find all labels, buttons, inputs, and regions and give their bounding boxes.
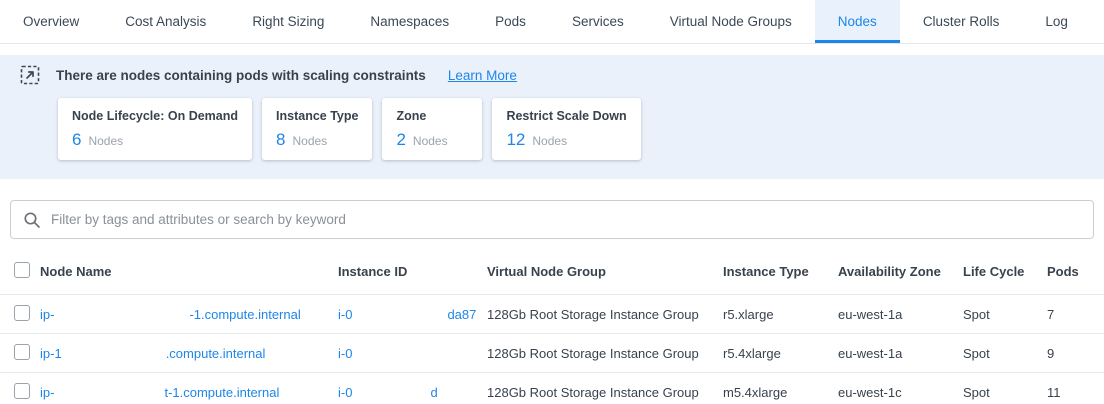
- instance-id-link[interactable]: da87: [447, 307, 476, 322]
- column-header-instance-id: Instance ID: [338, 264, 487, 279]
- card-count: 8: [276, 130, 285, 150]
- availability-zone-cell: eu-west-1a: [838, 346, 963, 361]
- tab-cluster-rolls[interactable]: Cluster Rolls: [900, 0, 1023, 43]
- pods-count-cell: 7: [1047, 307, 1104, 322]
- table-row: ip- -1.compute.internal i-0 da87 128Gb Roo…: [0, 295, 1104, 334]
- node-name-link[interactable]: -1.compute.internal: [189, 307, 300, 322]
- node-name-link[interactable]: ip-: [40, 307, 54, 322]
- availability-zone-cell: eu-west-1c: [838, 385, 963, 400]
- instance-type-cell: r5.xlarge: [723, 307, 838, 322]
- node-name-link[interactable]: t-1.compute.internal: [164, 385, 279, 400]
- search-input[interactable]: [51, 212, 1081, 227]
- search-icon: [23, 211, 41, 229]
- column-header-node-name: Node Name: [40, 264, 338, 279]
- virtual-node-group-cell: 128Gb Root Storage Instance Group: [487, 385, 723, 400]
- constraint-cards: Node Lifecycle: On Demand 6 Nodes Instan…: [58, 98, 1084, 160]
- column-header-life-cycle: Life Cycle: [963, 264, 1047, 279]
- node-name-link[interactable]: ip-1: [40, 346, 62, 361]
- row-checkbox[interactable]: [14, 344, 30, 360]
- card-unit: Nodes: [413, 134, 448, 148]
- tab-services[interactable]: Services: [549, 0, 647, 43]
- filter-search-bar[interactable]: [10, 200, 1094, 239]
- card-count: 2: [396, 130, 405, 150]
- instance-id-link[interactable]: i-0: [338, 307, 352, 322]
- redacted-text: [62, 348, 166, 358]
- redacted-text: [352, 387, 430, 397]
- life-cycle-cell: Spot: [963, 385, 1047, 400]
- nodes-table: Node Name Instance ID Virtual Node Group…: [0, 249, 1104, 404]
- select-all-checkbox[interactable]: [14, 262, 30, 278]
- pods-count-cell: 9: [1047, 346, 1104, 361]
- column-header-virtual-node-group: Virtual Node Group: [487, 264, 723, 279]
- row-checkbox[interactable]: [14, 305, 30, 321]
- card-unit: Nodes: [532, 134, 567, 148]
- column-header-pods: Pods: [1047, 264, 1104, 279]
- node-name-link[interactable]: ip-: [40, 385, 54, 400]
- tab-namespaces[interactable]: Namespaces: [347, 0, 472, 43]
- pods-count-cell: 11: [1047, 385, 1104, 400]
- card-title: Node Lifecycle: On Demand: [72, 109, 238, 123]
- column-header-instance-type: Instance Type: [723, 264, 838, 279]
- table-row: ip-t-1.compute.internal i-0 d 128Gb Root …: [0, 373, 1104, 404]
- card-node-lifecycle[interactable]: Node Lifecycle: On Demand 6 Nodes: [58, 98, 252, 160]
- node-name-link[interactable]: .compute.internal: [166, 346, 266, 361]
- column-header-availability-zone: Availability Zone: [838, 264, 963, 279]
- tab-nodes[interactable]: Nodes: [815, 0, 900, 43]
- tab-virtual-node-groups[interactable]: Virtual Node Groups: [647, 0, 815, 43]
- card-count: 6: [72, 130, 81, 150]
- virtual-node-group-cell: 128Gb Root Storage Instance Group: [487, 307, 723, 322]
- tab-cost-analysis[interactable]: Cost Analysis: [102, 0, 229, 43]
- tab-right-sizing[interactable]: Right Sizing: [229, 0, 347, 43]
- tab-log[interactable]: Log: [1022, 0, 1091, 43]
- virtual-node-group-cell: 128Gb Root Storage Instance Group: [487, 346, 723, 361]
- redacted-text: [54, 387, 164, 397]
- card-restrict-scale-down[interactable]: Restrict Scale Down 12 Nodes: [492, 98, 640, 160]
- tab-overview[interactable]: Overview: [0, 0, 102, 43]
- card-title: Instance Type: [276, 109, 358, 123]
- availability-zone-cell: eu-west-1a: [838, 307, 963, 322]
- card-title: Zone: [396, 109, 468, 123]
- card-unit: Nodes: [88, 134, 123, 148]
- learn-more-link[interactable]: Learn More: [448, 68, 517, 83]
- redacted-text: [352, 309, 447, 319]
- card-unit: Nodes: [292, 134, 327, 148]
- instance-id-link[interactable]: i-0: [338, 346, 352, 361]
- instance-id-link[interactable]: d: [430, 385, 437, 400]
- redacted-text: [54, 309, 189, 319]
- banner-message: There are nodes containing pods with sca…: [56, 68, 426, 83]
- card-instance-type[interactable]: Instance Type 8 Nodes: [262, 98, 372, 160]
- card-title: Restrict Scale Down: [506, 109, 626, 123]
- instance-id-link[interactable]: i-0: [338, 385, 352, 400]
- life-cycle-cell: Spot: [963, 307, 1047, 322]
- scale-out-icon: [20, 65, 40, 85]
- tab-pods[interactable]: Pods: [472, 0, 549, 43]
- card-count: 12: [506, 130, 525, 150]
- row-checkbox[interactable]: [14, 383, 30, 399]
- life-cycle-cell: Spot: [963, 346, 1047, 361]
- card-zone[interactable]: Zone 2 Nodes: [382, 98, 482, 160]
- table-header-row: Node Name Instance ID Virtual Node Group…: [0, 249, 1104, 295]
- instance-type-cell: m5.4xlarge: [723, 385, 838, 400]
- table-row: ip-1 .compute.internal i-0 128Gb Root Sto…: [0, 334, 1104, 373]
- redacted-text: [352, 348, 442, 358]
- scaling-constraints-banner: There are nodes containing pods with sca…: [0, 55, 1104, 179]
- cluster-tab-bar: Overview Cost Analysis Right Sizing Name…: [0, 0, 1104, 44]
- instance-type-cell: r5.4xlarge: [723, 346, 838, 361]
